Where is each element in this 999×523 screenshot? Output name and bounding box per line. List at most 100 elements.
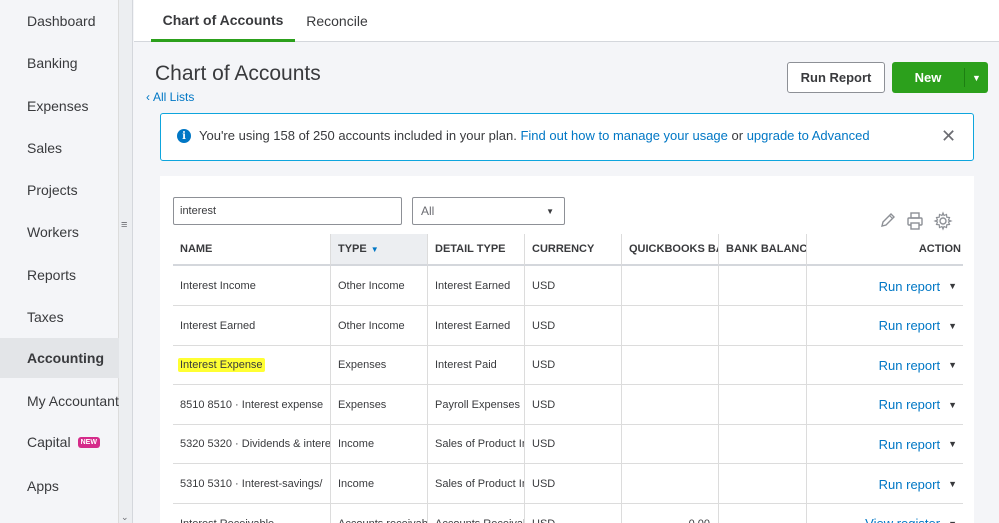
sidebar-item-expenses[interactable]: Expenses xyxy=(0,86,119,126)
cell-name: Interest Expense xyxy=(173,345,331,386)
sidebar-item-taxes[interactable]: Taxes xyxy=(0,297,119,337)
cell-detail: Interest Earned xyxy=(428,305,525,346)
column-header-quickbooks-balance[interactable]: QUICKBOOKS BALANCE xyxy=(622,234,719,266)
chevron-down-icon[interactable]: ▼ xyxy=(948,281,957,291)
run-report-link[interactable]: View register xyxy=(865,516,940,523)
chevron-down-icon[interactable]: ▼ xyxy=(948,321,957,331)
cell-qb xyxy=(622,384,719,425)
chevron-down-icon[interactable]: ▼ xyxy=(948,479,957,489)
type-filter-select[interactable]: All ▼ xyxy=(412,197,565,225)
new-button-label[interactable]: New xyxy=(892,62,964,93)
gear-icon[interactable] xyxy=(933,211,953,231)
run-report-button[interactable]: Run Report xyxy=(787,62,885,93)
all-lists-label: All Lists xyxy=(153,90,195,104)
cell-currency: USD xyxy=(525,305,622,346)
cell-type: Other Income xyxy=(331,266,428,306)
run-report-link[interactable]: Run report xyxy=(879,477,940,492)
table-row[interactable]: Interest Receivable Accounts receivable Ac… xyxy=(173,503,963,523)
tab-label: Reconcile xyxy=(306,13,368,29)
all-lists-link[interactable]: ‹ All Lists xyxy=(146,90,194,104)
chevron-down-icon[interactable]: ▼ xyxy=(948,519,957,523)
cell-text: Payroll Expenses xyxy=(435,398,520,411)
sidebar-item-label: Accounting xyxy=(27,350,104,366)
table-row[interactable]: Interest Expense Expenses Interest Paid USD… xyxy=(173,345,963,386)
cell-action: View register ▼ xyxy=(807,504,963,523)
sidebar-item-accounting[interactable]: Accounting xyxy=(0,338,119,378)
search-input[interactable] xyxy=(173,197,402,225)
upgrade-link[interactable]: upgrade to Advanced xyxy=(747,128,870,143)
close-icon[interactable]: ✕ xyxy=(941,127,956,145)
sidebar-item-sales[interactable]: Sales xyxy=(0,128,119,168)
new-button[interactable]: New ▼ xyxy=(892,62,988,93)
cell-text: Other Income xyxy=(338,280,405,292)
sidebar-item-reports[interactable]: Reports xyxy=(0,255,119,295)
column-header-bank-balance[interactable]: BANK BALANCE xyxy=(719,234,807,266)
table-row[interactable]: 5320 5320 · Dividends & interest Income Sa… xyxy=(173,424,963,465)
sidebar-item-label: Apps xyxy=(27,478,59,494)
table-row[interactable]: 8510 8510 · Interest expense Expenses Payr… xyxy=(173,384,963,425)
cell-text: Sales of Product Income xyxy=(435,478,524,490)
sidebar-collapse-strip[interactable]: ≡ ⌄ xyxy=(119,0,133,523)
cell-name: Interest Income xyxy=(173,266,331,306)
cell-bank xyxy=(719,464,807,504)
sidebar-item-projects[interactable]: Projects xyxy=(0,170,119,210)
tab-bar: Chart of Accounts Reconcile xyxy=(134,0,999,42)
banner-or-text: or xyxy=(731,128,744,143)
sidebar-item-apps[interactable]: Apps xyxy=(0,466,119,506)
run-report-link[interactable]: Run report xyxy=(879,318,940,333)
column-header-type[interactable]: TYPE ▼ xyxy=(331,234,428,266)
sidebar-item-label: My Accountant xyxy=(27,393,119,409)
chevron-down-icon[interactable]: ⌄ xyxy=(121,512,129,523)
cell-detail: Accounts Receivable xyxy=(428,503,525,523)
sidebar: Dashboard Banking Expenses Sales Project… xyxy=(0,0,119,523)
main-content: Chart of Accounts Reconcile Chart of Acc… xyxy=(134,0,999,523)
manage-usage-link[interactable]: Find out how to manage your usage xyxy=(520,128,727,143)
sidebar-item-workers[interactable]: Workers xyxy=(0,212,119,252)
table-row[interactable]: 5310 5310 · Interest-savings/Income Sales… xyxy=(173,464,963,504)
cell-text: Interest Earned xyxy=(180,319,256,332)
sidebar-item-dashboard[interactable]: Dashboard xyxy=(0,1,119,41)
banner-text: You're using 158 of 250 accounts include… xyxy=(199,128,870,143)
chevron-down-icon[interactable]: ▼ xyxy=(948,400,957,410)
cell-text: USD xyxy=(532,518,555,523)
print-icon[interactable] xyxy=(905,211,925,231)
cell-type: Expenses xyxy=(331,384,428,425)
cell-bank xyxy=(719,384,807,425)
sidebar-item-banking[interactable]: Banking xyxy=(0,43,119,83)
tab-reconcile[interactable]: Reconcile xyxy=(300,0,374,42)
column-header-label: CURRENCY xyxy=(532,243,595,255)
cell-currency: USD xyxy=(525,345,622,386)
run-report-link[interactable]: Run report xyxy=(879,358,940,373)
cell-text: Interest Receivable xyxy=(180,518,274,523)
edit-pencil-icon[interactable] xyxy=(878,211,898,231)
table-row[interactable]: Interest Income Other Income Interest Earn… xyxy=(173,266,963,306)
type-filter-value: All xyxy=(421,204,435,218)
cell-detail: Interest Earned xyxy=(428,266,525,306)
sidebar-item-label: Taxes xyxy=(27,309,64,325)
chevron-down-icon[interactable]: ▼ xyxy=(948,360,957,370)
cell-text: Interest Paid xyxy=(435,359,497,372)
run-report-link[interactable]: Run report xyxy=(879,397,940,412)
cell-text: Income xyxy=(338,478,375,490)
column-header-currency[interactable]: CURRENCY xyxy=(525,234,622,266)
chevron-down-icon[interactable]: ▼ xyxy=(965,62,988,93)
cell-qb xyxy=(622,464,719,504)
run-report-link[interactable]: Run report xyxy=(879,279,940,294)
chevron-down-icon[interactable]: ▼ xyxy=(948,439,957,449)
cell-name: 5320 5320 · Dividends & interest xyxy=(173,424,331,465)
tab-chart-of-accounts[interactable]: Chart of Accounts xyxy=(151,0,295,42)
cell-text: 0.00 xyxy=(689,518,710,523)
cell-text: USD xyxy=(532,280,556,292)
run-report-link[interactable]: Run report xyxy=(879,437,940,452)
chevron-left-icon: ‹ xyxy=(146,90,150,104)
cell-name: 5310 5310 · Interest-savings/ xyxy=(173,464,331,504)
sidebar-item-my-accountant[interactable]: My Accountant xyxy=(0,381,119,421)
sidebar-item-label: Capital xyxy=(27,434,71,450)
cell-detail: Sales of Product Income xyxy=(428,464,525,504)
column-header-name[interactable]: NAME xyxy=(173,234,331,266)
sidebar-item-capital[interactable]: Capital NEW xyxy=(0,422,119,462)
cell-text: USD xyxy=(532,478,556,490)
table-row[interactable]: Interest Earned Other Income Interest Earn… xyxy=(173,305,963,346)
collapse-handle-icon[interactable]: ≡ xyxy=(121,220,127,231)
column-header-detail-type[interactable]: DETAIL TYPE xyxy=(428,234,525,266)
